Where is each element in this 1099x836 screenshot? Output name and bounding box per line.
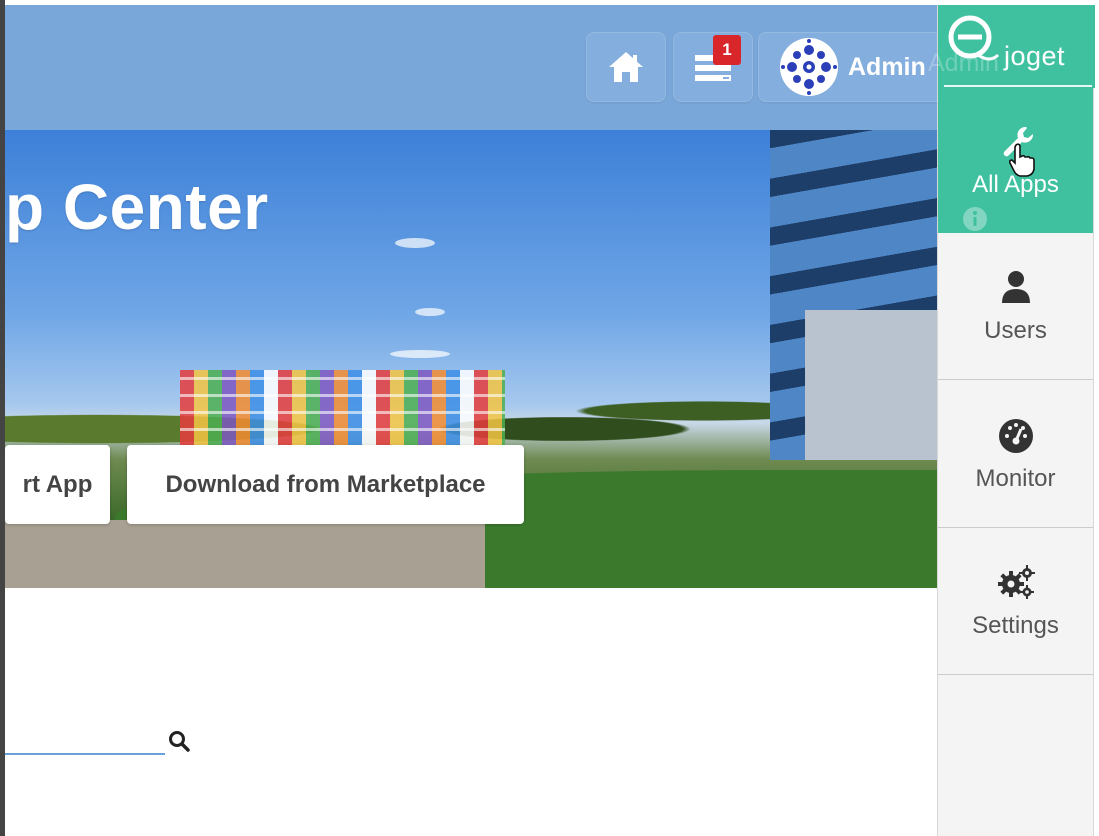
- brand-name: joget: [1004, 41, 1066, 71]
- building-windows: [180, 370, 505, 445]
- sidebar-item-label: Users: [984, 317, 1047, 344]
- dashboard-icon: [998, 419, 1033, 453]
- cloud: [415, 308, 445, 316]
- gears-icon: [997, 565, 1035, 599]
- sidebar-item-label: Settings: [972, 612, 1059, 639]
- sidebar-item-users[interactable]: Users: [938, 233, 1093, 380]
- download-marketplace-button[interactable]: Download from Marketplace: [127, 445, 524, 524]
- sidebar-item-monitor[interactable]: Monitor: [938, 381, 1093, 528]
- notification-badge: 1: [713, 35, 741, 65]
- sidebar-item-all-apps[interactable]: All Apps: [938, 88, 1093, 233]
- user-name: Admin: [848, 52, 926, 81]
- hand-cursor-icon: [1008, 143, 1035, 177]
- home-icon: [609, 52, 643, 82]
- hero-banner: p Center rt App Download from Marketplac…: [5, 130, 937, 588]
- sidebar-item-settings[interactable]: Settings: [938, 528, 1093, 675]
- brand-logo[interactable]: Admin joget: [928, 5, 1095, 88]
- page-title: p Center: [5, 171, 269, 243]
- info-icon: [963, 207, 987, 231]
- avatar-pattern-icon: [780, 38, 838, 96]
- search-icon[interactable]: [168, 730, 190, 752]
- brand-ghost: Admin: [928, 49, 999, 77]
- home-button[interactable]: [586, 32, 666, 102]
- search-input[interactable]: [5, 713, 165, 755]
- divider: [944, 85, 1092, 87]
- tower-base: [805, 310, 937, 460]
- app-window: 1 Admin p Center rt App Download from Ma…: [0, 0, 1099, 836]
- side-menu: Admin joget All Apps Users Monitor Setti…: [928, 5, 1095, 836]
- walkway: [5, 520, 485, 588]
- sidebar-item-label: Monitor: [975, 465, 1056, 492]
- notifications-button[interactable]: 1: [673, 32, 753, 102]
- import-app-button[interactable]: rt App: [5, 445, 110, 524]
- avatar: [780, 38, 838, 96]
- user-icon: [1001, 271, 1030, 303]
- cloud: [395, 238, 435, 248]
- cloud: [390, 350, 450, 358]
- top-header: 1 Admin: [5, 5, 958, 130]
